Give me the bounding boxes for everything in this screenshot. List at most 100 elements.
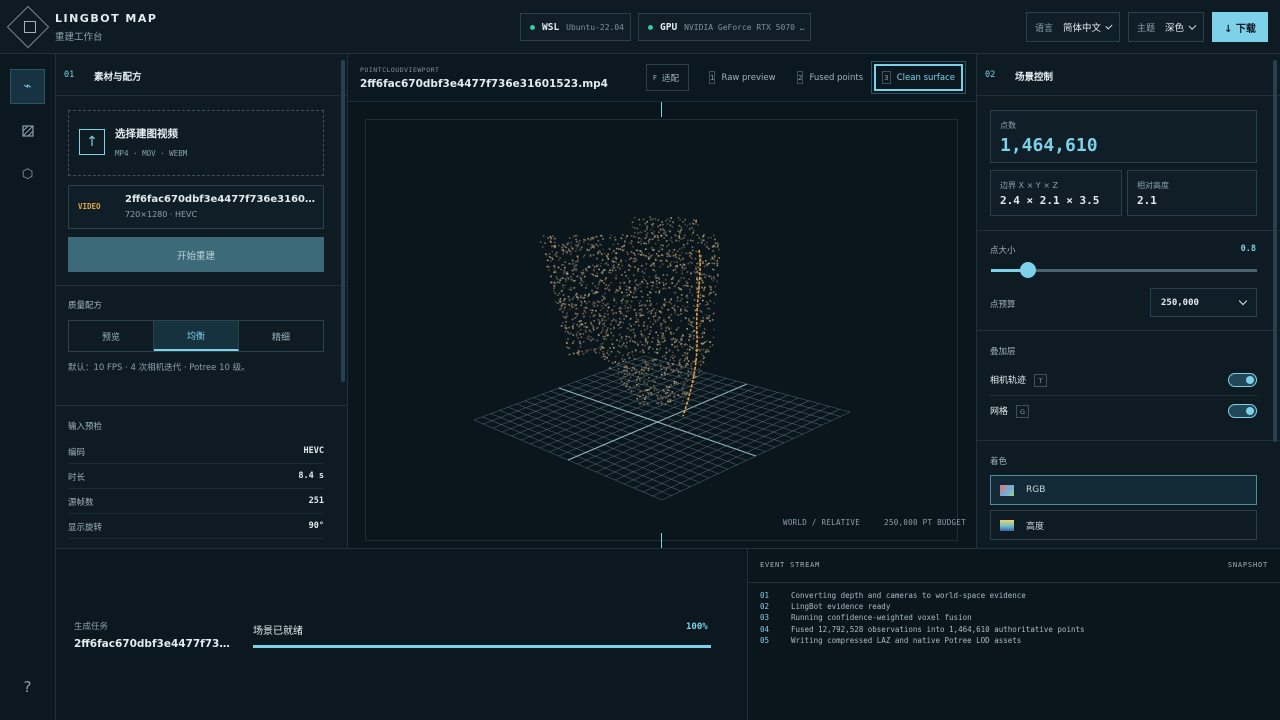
chevron-down-icon — [1105, 21, 1113, 30]
inspect-value: 90° — [308, 521, 324, 531]
overlay-shortcut: G — [1016, 405, 1030, 418]
event-number: 03 — [760, 613, 770, 622]
brand-subtitle: 重建工作台 — [55, 32, 103, 43]
overlay-row-grid: 网格 G — [990, 404, 1030, 418]
language-label: 语言 — [1035, 23, 1054, 34]
color-label: 着色 — [990, 457, 1008, 467]
scene-control-panel: 02 场景控制 点数 1,464,610 边界 X × Y × Z 2.4 × … — [976, 54, 1280, 548]
quality-option-balanced[interactable]: 均衡 — [154, 321, 239, 351]
top-bar: LINGBOT MAP 重建工作台 WSL Ubuntu-22.04 GPU N… — [0, 0, 1280, 54]
materials-header: 01 素材与配方 — [56, 54, 347, 96]
point-budget-select[interactable]: 250,000 — [1150, 288, 1257, 317]
color-option-height[interactable]: 高度 — [990, 510, 1257, 540]
inspect-key: 编码 — [68, 448, 86, 458]
theme-value: 深色 — [1165, 23, 1185, 34]
left-panel-scrollbar[interactable] — [341, 60, 345, 382]
bounds-label: 边界 X × Y × Z — [1000, 181, 1058, 190]
height-stat-card: 相对高度 2.1 — [1127, 170, 1257, 216]
divider — [56, 405, 347, 406]
upload-title: 选择建图视频 — [115, 128, 178, 140]
inspect-value: 251 — [308, 496, 324, 506]
upload-arrow-icon: ↑ — [79, 129, 105, 155]
video-upload-dropzone[interactable]: ↑ 选择建图视频 MP4 · MOV · WEBM — [68, 110, 324, 176]
video-tag: VIDEO — [78, 202, 101, 211]
gpu-label: GPU — [660, 21, 678, 33]
point-size-value: 0.8 — [1240, 244, 1256, 254]
event-number: 02 — [760, 602, 770, 611]
route-icon: ⌁ — [23, 79, 32, 94]
budget-label: 点预算 — [990, 300, 1016, 310]
quality-option-fine[interactable]: 精细 — [239, 321, 323, 351]
event-stream-title: EVENT STREAM — [760, 561, 821, 569]
language-select[interactable]: 语言 简体中文 — [1026, 12, 1120, 42]
wsl-label: WSL — [542, 21, 560, 33]
camera-trajectory-toggle[interactable] — [1228, 373, 1257, 387]
color-option-label: RGB — [1026, 485, 1046, 495]
status-dot-icon — [648, 24, 653, 30]
right-panel-scrollbar[interactable] — [1273, 60, 1277, 442]
inspect-row: 显示旋转 90° — [68, 515, 324, 539]
inspect-value: HEVC — [303, 446, 324, 456]
gpu-status-chip: GPU NVIDIA GeForce RTX 5070 … — [638, 13, 811, 41]
color-option-label: 高度 — [1026, 521, 1045, 532]
rail-layers-button[interactable] — [10, 113, 45, 148]
rail-reconstruct-button[interactable]: ⌁ — [10, 69, 45, 104]
logo-square — [24, 21, 36, 33]
divider — [977, 330, 1280, 331]
height-value: 2.1 — [1137, 194, 1157, 207]
overlay-shortcut: T — [1034, 374, 1048, 387]
job-label: 生成任务 — [74, 622, 109, 632]
job-name: 2ff6fac670dbf3e4477f736... — [74, 638, 234, 650]
job-progress-text: 100% — [686, 622, 708, 632]
point-size-label: 点大小 — [990, 246, 1016, 256]
selected-video-card[interactable]: VIDEO 2ff6fac670dbf3e4477f736e3160152...… — [68, 185, 324, 229]
color-option-rgb[interactable]: RGB — [990, 475, 1257, 505]
event-number: 05 — [760, 636, 770, 645]
event-stream-header: EVENT STREAM SNAPSHOT — [748, 549, 1280, 583]
scene-canvas — [473, 216, 851, 501]
event-line: 03 Running confidence-weighted voxel fusi… — [760, 613, 972, 622]
wsl-status-chip: WSL Ubuntu-22.04 — [520, 13, 631, 41]
app-root: LINGBOT MAP 重建工作台 WSL Ubuntu-22.04 GPU N… — [0, 0, 1280, 720]
points-value: 1,464,610 — [1000, 135, 1098, 156]
theme-select[interactable]: 主题 深色 — [1128, 12, 1204, 42]
inspect-row: 时长 8.4 s — [68, 465, 324, 489]
event-number: 04 — [760, 625, 770, 634]
start-reconstruct-button[interactable]: 开始重建 — [68, 237, 324, 272]
video-filename: 2ff6fac670dbf3e4477f736e3160152... — [125, 194, 319, 205]
event-text: Fused 12,792,528 observations into 1,464… — [791, 625, 1085, 634]
height-swatch-icon — [1000, 519, 1014, 531]
rail-model-button[interactable]: ⬡ — [10, 157, 45, 192]
divider — [990, 395, 1257, 396]
event-text: LingBot evidence ready — [791, 602, 891, 611]
layers-icon — [21, 124, 34, 137]
toggle-knob — [1246, 407, 1254, 415]
inspect-value: 8.4 s — [298, 471, 324, 481]
quality-note: 默认：10 FPS · 4 次相机迭代 · Potree 10 级。 — [68, 363, 250, 373]
download-button[interactable]: ↓ 下载 — [1212, 12, 1268, 42]
wsl-value: Ubuntu-22.04 — [566, 22, 624, 32]
point-cloud-viewport[interactable]: POINTCLOUDVIEWPORT 2ff6fac670dbf3e4477f7… — [348, 54, 976, 548]
event-text: Writing compressed LAZ and native Potree… — [791, 636, 1022, 645]
hexagon-icon: ⬡ — [21, 167, 34, 182]
height-label: 相对高度 — [1137, 181, 1169, 190]
camera-trajectory — [682, 249, 701, 417]
inspect-key: 源帧数 — [68, 498, 94, 508]
section-title: 素材与配方 — [94, 72, 142, 83]
theme-label: 主题 — [1137, 23, 1156, 34]
quality-option-preview[interactable]: 预览 — [69, 321, 154, 351]
inspect-row: 编码 HEVC — [68, 440, 324, 464]
job-progress-bar — [253, 645, 711, 648]
bounds-stat-card: 边界 X × Y × Z 2.4 × 2.1 × 3.5 — [990, 170, 1122, 216]
toggle-knob — [1246, 376, 1254, 384]
bounds-value: 2.4 × 2.1 × 3.5 — [1000, 194, 1100, 207]
event-line: 04 Fused 12,792,528 observations into 1,4… — [760, 625, 1085, 634]
scene-control-header: 02 场景控制 — [977, 54, 1280, 96]
materials-panel: 01 素材与配方 ↑ 选择建图视频 MP4 · MOV · WEBM VIDEO… — [56, 54, 348, 548]
grid-toggle[interactable] — [1228, 404, 1257, 418]
point-size-slider-handle[interactable] — [1020, 262, 1037, 278]
snapshot-button[interactable]: SNAPSHOT — [1228, 561, 1268, 569]
help-button[interactable]: ? — [10, 669, 45, 704]
inspect-label: 输入预检 — [68, 422, 103, 432]
budget-value: 250,000 — [1161, 297, 1199, 308]
